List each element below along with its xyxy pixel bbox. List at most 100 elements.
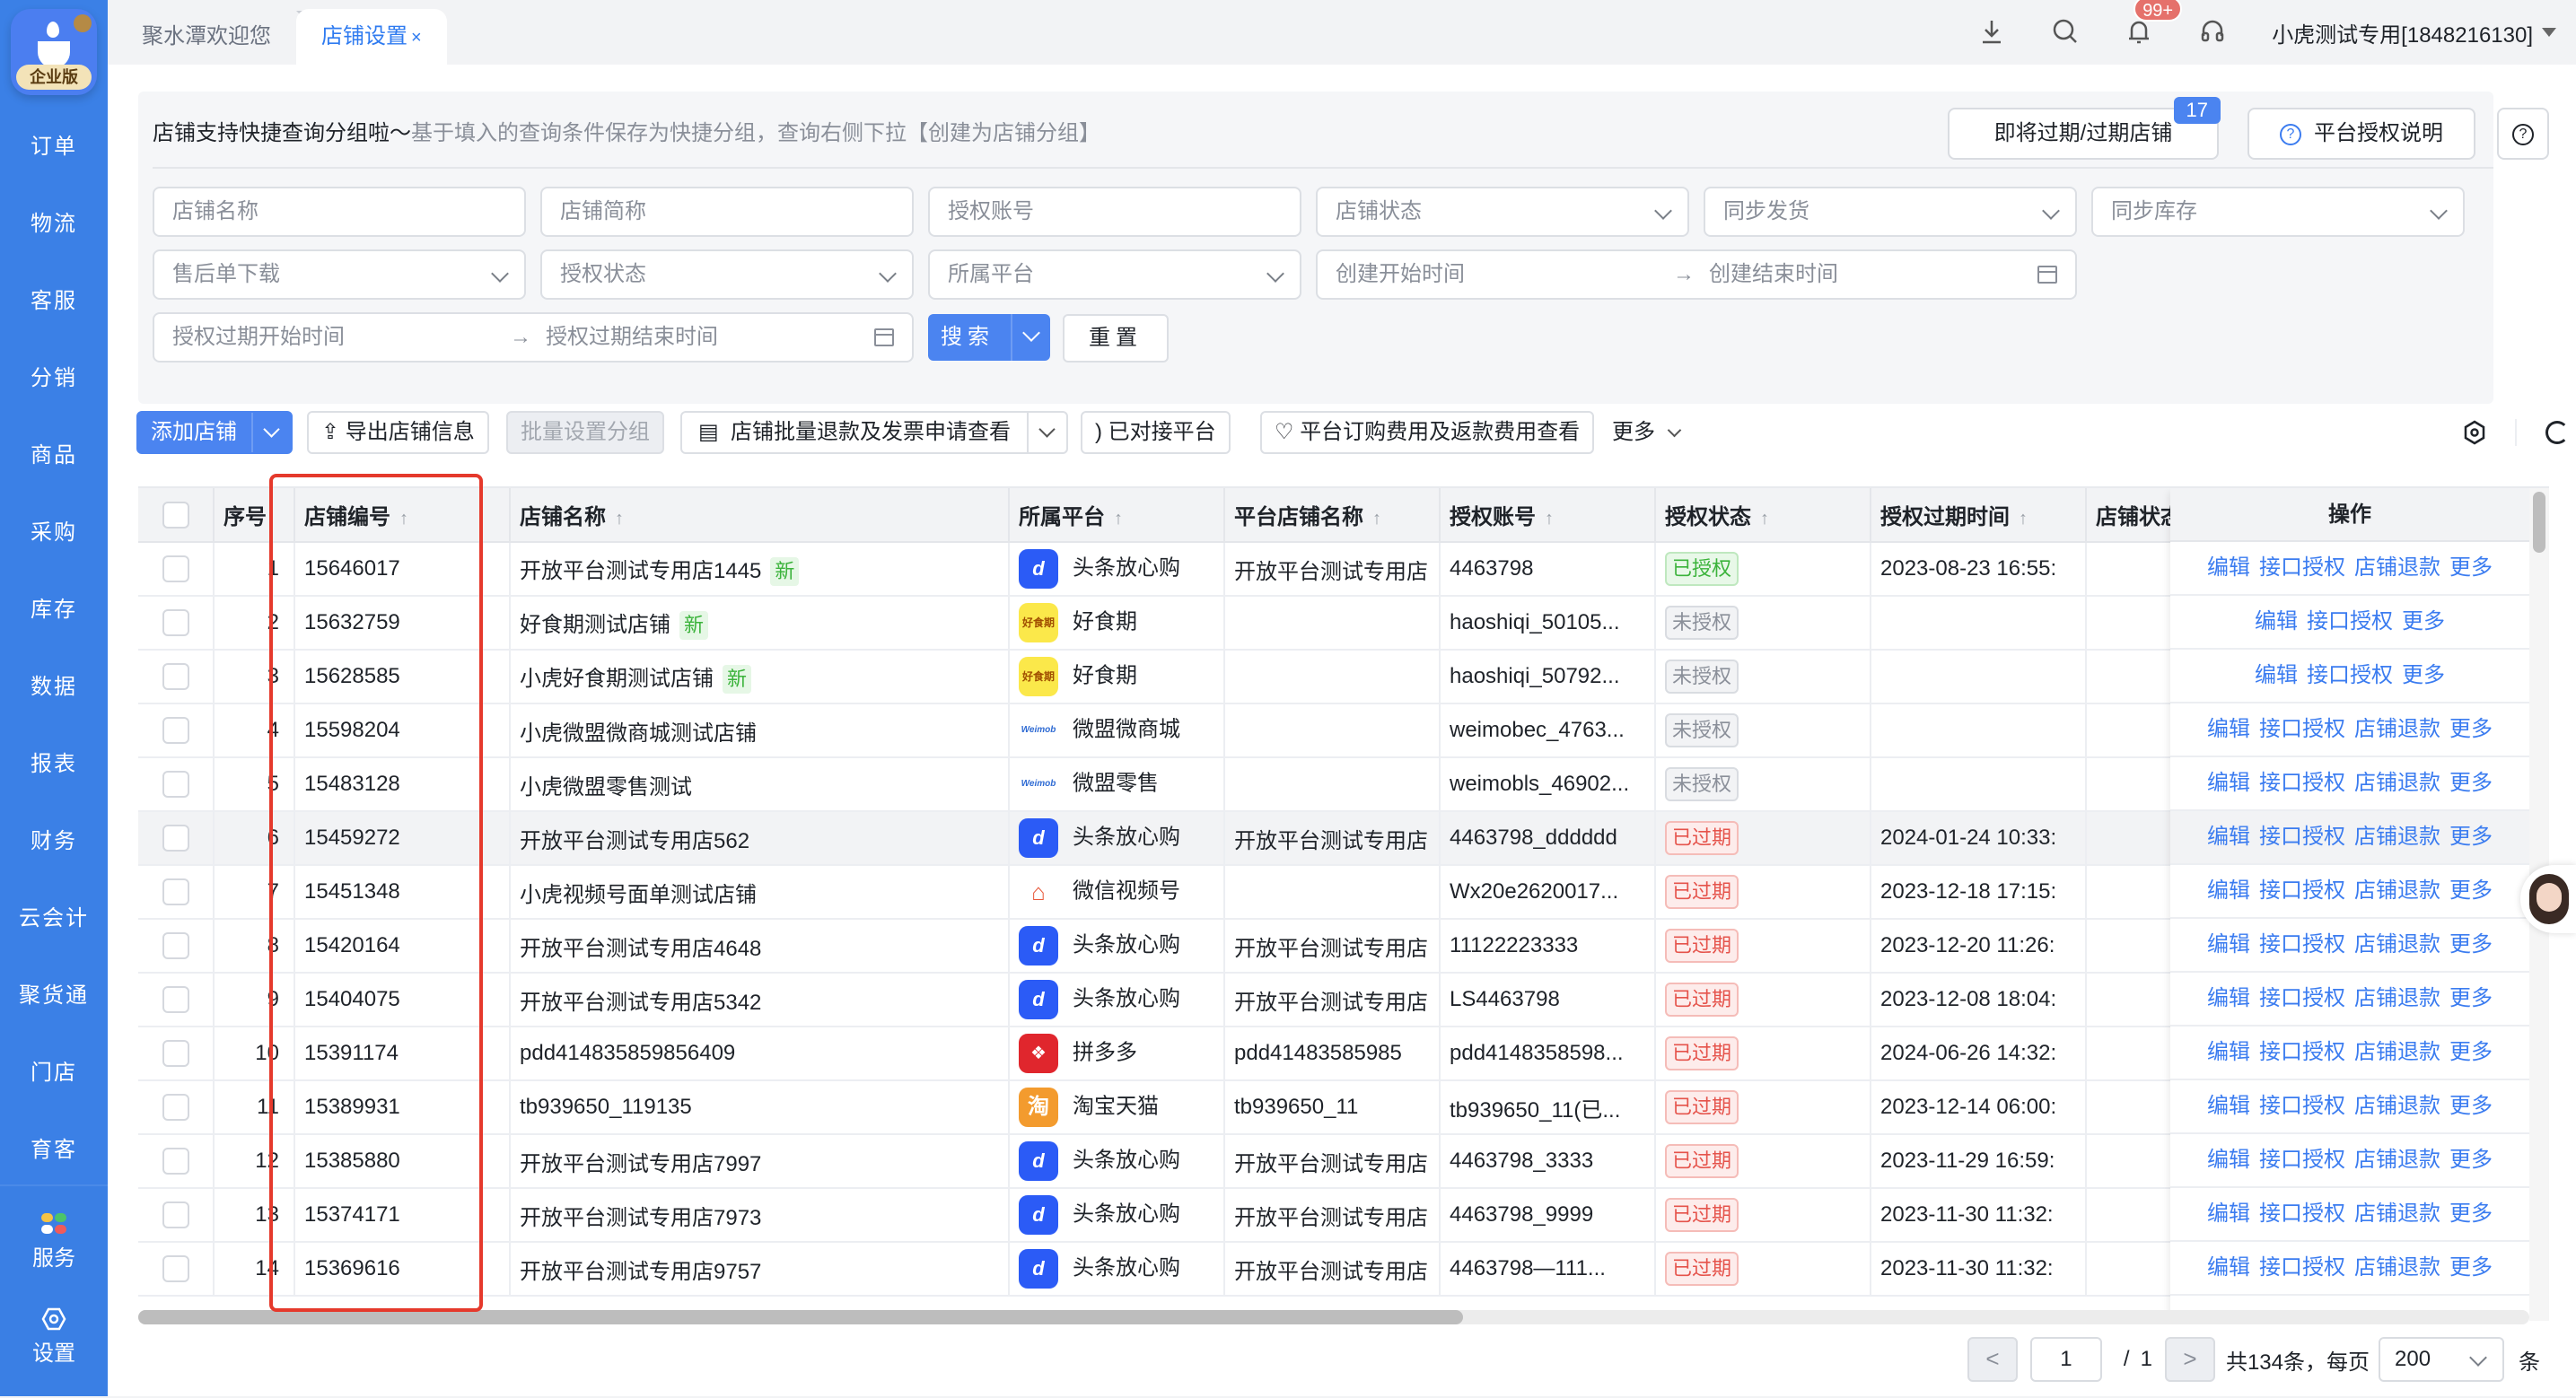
more-link[interactable]: 更多: [2402, 609, 2445, 633]
table-row[interactable]: 215632759好食期测试店铺新好食期好食期haoshiqi_50105...…: [138, 596, 2194, 650]
platform-auth-help-button[interactable]: ?平台授权说明: [2247, 108, 2475, 160]
sidebar-item[interactable]: 聚货通: [0, 971, 108, 1048]
api-auth-link[interactable]: 接口授权: [2259, 1094, 2345, 1118]
create-time-range[interactable]: 创建开始时间 → 创建结束时间: [1316, 249, 2077, 300]
table-row[interactable]: 915404075开放平台测试专用店5342d头条放心购开放平台测试专用店LS4…: [138, 973, 2194, 1027]
table-row[interactable]: 1315374171开放平台测试专用店7973d头条放心购开放平台测试专用店44…: [138, 1188, 2194, 1242]
help-button[interactable]: ?: [2497, 108, 2549, 160]
refresh-icon[interactable]: [2545, 421, 2569, 444]
more-link[interactable]: 更多: [2449, 717, 2493, 741]
shop-short-name-input[interactable]: 店铺简称: [540, 187, 914, 237]
table-row[interactable]: 715451348小虎视频号面单测试店铺⌂微信视频号Wx20e2620017..…: [138, 865, 2194, 919]
column-header-shop-name[interactable]: 店铺名称↑: [510, 488, 1009, 542]
more-link[interactable]: 更多: [2449, 825, 2493, 849]
api-auth-link[interactable]: 接口授权: [2307, 663, 2393, 687]
sidebar-item-settings[interactable]: 设置: [0, 1292, 108, 1398]
edit-link[interactable]: 编辑: [2207, 825, 2250, 849]
more-link[interactable]: 更多: [2449, 878, 2493, 903]
row-checkbox[interactable]: [162, 1040, 189, 1067]
shop-status-select[interactable]: 店铺状态: [1316, 187, 1689, 237]
platform-fees-button[interactable]: ♡ 平台订购费用及返款费用查看: [1260, 411, 1594, 454]
next-page-button[interactable]: >: [2165, 1337, 2215, 1382]
edit-link[interactable]: 编辑: [2207, 717, 2250, 741]
search-icon[interactable]: [2051, 18, 2080, 47]
prev-page-button[interactable]: <: [1967, 1337, 2018, 1382]
column-header-shop-code[interactable]: 店铺编号↑: [294, 488, 510, 542]
row-checkbox[interactable]: [162, 878, 189, 905]
shop-refund-link[interactable]: 店铺退款: [2354, 825, 2440, 849]
connected-platforms-button[interactable]: ) 已对接平台: [1081, 411, 1231, 454]
edit-link[interactable]: 编辑: [2207, 932, 2250, 957]
more-link[interactable]: 更多: [2449, 932, 2493, 957]
table-row[interactable]: 115646017开放平台测试专用店1445新d头条放心购开放平台测试专用店44…: [138, 542, 2194, 596]
row-checkbox[interactable]: [162, 1201, 189, 1228]
more-link[interactable]: 更多: [2449, 986, 2493, 1010]
api-auth-link[interactable]: 接口授权: [2259, 1148, 2345, 1172]
shop-refund-link[interactable]: 店铺退款: [2354, 717, 2440, 741]
scrollbar-thumb[interactable]: [138, 1310, 1463, 1324]
table-row[interactable]: 1015391174pdd414835859856409❖拼多多pdd41483…: [138, 1027, 2194, 1080]
sidebar-item[interactable]: 门店: [0, 1048, 108, 1125]
edit-link[interactable]: 编辑: [2207, 1201, 2250, 1226]
sidebar-item[interactable]: 财务: [0, 817, 108, 894]
column-header-auth-expire[interactable]: 授权过期时间↑: [1871, 488, 2086, 542]
platform-select[interactable]: 所属平台: [928, 249, 1301, 300]
auth-account-input[interactable]: 授权账号: [928, 187, 1301, 237]
sidebar-item[interactable]: 数据: [0, 662, 108, 739]
more-link[interactable]: 更多: [2449, 1040, 2493, 1064]
sidebar-item[interactable]: 库存: [0, 585, 108, 662]
api-auth-link[interactable]: 接口授权: [2259, 555, 2345, 580]
edit-link[interactable]: 编辑: [2207, 555, 2250, 580]
column-header-platform-shop-name[interactable]: 平台店铺名称↑: [1224, 488, 1440, 542]
edit-link[interactable]: 编辑: [2207, 1255, 2250, 1280]
sync-stock-select[interactable]: 同步库存: [2091, 187, 2465, 237]
sidebar-item-service[interactable]: 服务: [0, 1186, 108, 1292]
column-header-auth-account[interactable]: 授权账号↑: [1440, 488, 1655, 542]
sidebar-item[interactable]: 报表: [0, 739, 108, 817]
sort-arrow-icon[interactable]: ↑: [1114, 509, 1123, 529]
more-link[interactable]: 更多: [2449, 1094, 2493, 1118]
edit-link[interactable]: 编辑: [2207, 986, 2250, 1010]
table-row[interactable]: 1415369616开放平台测试专用店9757d头条放心购开放平台测试专用店44…: [138, 1242, 2194, 1296]
more-link[interactable]: 更多: [2449, 1201, 2493, 1226]
sidebar-item[interactable]: 云会计: [0, 894, 108, 971]
download-icon[interactable]: [1977, 18, 2006, 47]
sidebar-item[interactable]: 订单: [0, 122, 108, 199]
row-checkbox[interactable]: [162, 825, 189, 852]
shop-refund-link[interactable]: 店铺退款: [2354, 1255, 2440, 1280]
row-checkbox[interactable]: [162, 663, 189, 690]
table-row[interactable]: 515483128小虎微盟零售测试Weimob微盟零售weimobls_4690…: [138, 757, 2194, 811]
sort-arrow-icon[interactable]: ↑: [399, 509, 408, 529]
reset-button[interactable]: 重置: [1063, 314, 1169, 363]
row-checkbox[interactable]: [162, 1255, 189, 1282]
sync-shipping-select[interactable]: 同步发货: [1704, 187, 2077, 237]
api-auth-link[interactable]: 接口授权: [2307, 609, 2393, 633]
sidebar-item[interactable]: 采购: [0, 508, 108, 585]
row-checkbox[interactable]: [162, 555, 189, 582]
sort-arrow-icon[interactable]: ↑: [1372, 509, 1381, 529]
page-size-select[interactable]: 200: [2379, 1337, 2504, 1382]
aftersale-download-select[interactable]: 售后单下载: [153, 249, 526, 300]
table-row[interactable]: 1215385880开放平台测试专用店7997d头条放心购开放平台测试专用店44…: [138, 1134, 2194, 1188]
more-link[interactable]: 更多: [2449, 555, 2493, 580]
shop-refund-link[interactable]: 店铺退款: [2354, 878, 2440, 903]
api-auth-link[interactable]: 接口授权: [2259, 771, 2345, 795]
api-auth-link[interactable]: 接口授权: [2259, 1201, 2345, 1226]
more-link[interactable]: 更多: [2449, 1148, 2493, 1172]
table-row[interactable]: 315628585小虎好食期测试店铺新好食期好食期haoshiqi_50792.…: [138, 650, 2194, 703]
table-row[interactable]: 815420164开放平台测试专用店4648d头条放心购开放平台测试专用店111…: [138, 919, 2194, 973]
column-header-auth-status[interactable]: 授权状态↑: [1655, 488, 1871, 542]
shop-refund-link[interactable]: 店铺退款: [2354, 1094, 2440, 1118]
shop-refund-link[interactable]: 店铺退款: [2354, 1201, 2440, 1226]
auth-expire-time-range[interactable]: 授权过期开始时间 → 授权过期结束时间: [153, 312, 914, 363]
shop-refund-link[interactable]: 店铺退款: [2354, 771, 2440, 795]
table-row[interactable]: 415598204小虎微盟微商城测试店铺Weimob微盟微商城weimobec_…: [138, 703, 2194, 757]
shop-refund-link[interactable]: 店铺退款: [2354, 555, 2440, 580]
edit-link[interactable]: 编辑: [2207, 1040, 2250, 1064]
edit-link[interactable]: 编辑: [2207, 1094, 2250, 1118]
api-auth-link[interactable]: 接口授权: [2259, 1255, 2345, 1280]
edit-link[interactable]: 编辑: [2207, 1148, 2250, 1172]
sidebar-item[interactable]: 物流: [0, 199, 108, 276]
export-shop-info-button[interactable]: ⇪ 导出店铺信息: [307, 411, 489, 454]
page-number-input[interactable]: 1: [2030, 1337, 2102, 1382]
